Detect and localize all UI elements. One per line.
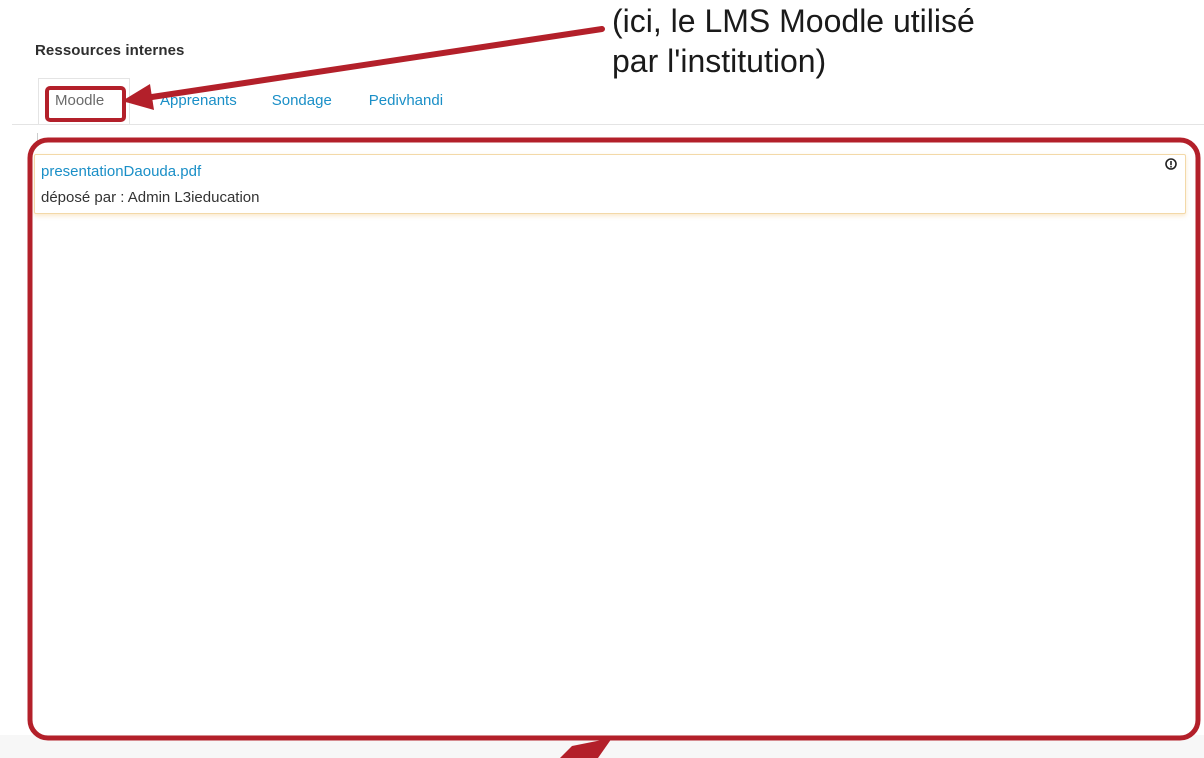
tab-content-panel xyxy=(38,143,1190,719)
bottom-strip xyxy=(0,735,1204,758)
annotation-line-2: par l'institution) xyxy=(612,43,827,79)
annotation-callout-text: (ici, le LMS Moodle utilisé par l'instit… xyxy=(612,1,975,81)
content-border-mark xyxy=(37,133,38,143)
tab-sondage[interactable]: Sondage xyxy=(272,92,332,109)
tab-moodle-label: Moodle xyxy=(55,92,105,109)
page: Ressources internes Moodle Apprenants So… xyxy=(0,0,1204,758)
tabs-divider xyxy=(12,124,1204,125)
tab-bar: Moodle Apprenants Sondage Pedivhandi xyxy=(38,78,443,126)
resource-card: presentationDaouda.pdf déposé par : Admi… xyxy=(34,154,1186,214)
tab-pedivhandi[interactable]: Pedivhandi xyxy=(369,92,443,109)
resource-file-link[interactable]: presentationDaouda.pdf xyxy=(41,163,201,180)
annotation-line-1: (ici, le LMS Moodle utilisé xyxy=(612,3,975,39)
download-icon[interactable] xyxy=(1165,158,1177,170)
tab-apprenants[interactable]: Apprenants xyxy=(160,92,237,109)
section-title: Ressources internes xyxy=(35,42,185,59)
resource-uploader: déposé par : Admin L3ieducation xyxy=(41,189,260,206)
tab-moodle[interactable]: Moodle xyxy=(38,78,130,124)
